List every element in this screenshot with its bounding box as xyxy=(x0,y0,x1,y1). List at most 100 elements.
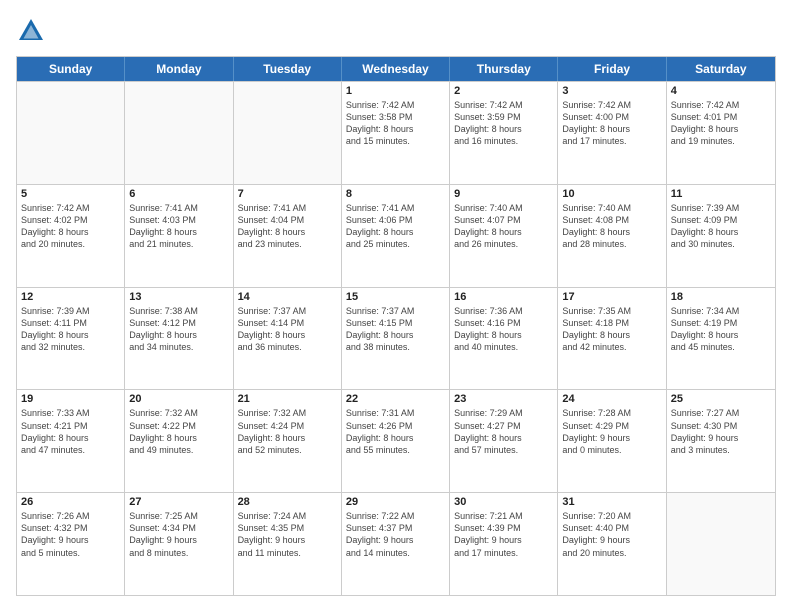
day-info: Sunrise: 7:21 AM Sunset: 4:39 PM Dayligh… xyxy=(454,510,553,559)
header-day-saturday: Saturday xyxy=(667,57,775,81)
day-number: 27 xyxy=(129,496,228,508)
calendar-row-5: 26Sunrise: 7:26 AM Sunset: 4:32 PM Dayli… xyxy=(17,492,775,595)
calendar-cell-4-4: 22 Sunrise: 7:31 AM Sunset: 4:26 PM Dayli… xyxy=(342,390,450,492)
calendar-row-2: 5 Sunrise: 7:42 AM Sunset: 4:02 PM Daylig… xyxy=(17,184,775,287)
calendar-cell-4-1: 19 Sunrise: 7:33 AM Sunset: 4:21 PM Dayli… xyxy=(17,390,125,492)
day-info: Sunrise: 7:42 AM Sunset: 3:58 PM Dayligh… xyxy=(346,99,445,148)
day-info: Sunrise: 7:22 AM Sunset: 4:37 PM Dayligh… xyxy=(346,510,445,559)
day-number: 31 xyxy=(562,496,661,508)
day-number: 22 xyxy=(346,393,445,405)
calendar-cell-2-1: 5 Sunrise: 7:42 AM Sunset: 4:02 PM Daylig… xyxy=(17,185,125,287)
header-day-sunday: Sunday xyxy=(17,57,125,81)
day-number: 11 xyxy=(671,188,771,200)
calendar-cell-5-1: 26Sunrise: 7:26 AM Sunset: 4:32 PM Dayli… xyxy=(17,493,125,595)
day-info: Sunrise: 7:31 AM Sunset: 4:26 PM Dayligh… xyxy=(346,407,445,456)
day-info: Sunrise: 7:24 AM Sunset: 4:35 PM Dayligh… xyxy=(238,510,337,559)
day-number: 3 xyxy=(562,85,661,97)
calendar-cell-5-5: 30 Sunrise: 7:21 AM Sunset: 4:39 PM Dayli… xyxy=(450,493,558,595)
calendar-cell-3-6: 17Sunrise: 7:35 AM Sunset: 4:18 PM Dayli… xyxy=(558,288,666,390)
day-info: Sunrise: 7:34 AM Sunset: 4:19 PM Dayligh… xyxy=(671,305,771,354)
page: SundayMondayTuesdayWednesdayThursdayFrid… xyxy=(0,0,792,612)
day-info: Sunrise: 7:40 AM Sunset: 4:07 PM Dayligh… xyxy=(454,202,553,251)
day-number: 10 xyxy=(562,188,661,200)
calendar-header: SundayMondayTuesdayWednesdayThursdayFrid… xyxy=(17,57,775,81)
calendar-cell-3-7: 18 Sunrise: 7:34 AM Sunset: 4:19 PM Dayli… xyxy=(667,288,775,390)
calendar-cell-4-7: 25Sunrise: 7:27 AM Sunset: 4:30 PM Dayli… xyxy=(667,390,775,492)
calendar-cell-2-3: 7 Sunrise: 7:41 AM Sunset: 4:04 PM Daylig… xyxy=(234,185,342,287)
calendar-cell-2-4: 8Sunrise: 7:41 AM Sunset: 4:06 PM Daylig… xyxy=(342,185,450,287)
day-number: 1 xyxy=(346,85,445,97)
calendar-cell-5-2: 27 Sunrise: 7:25 AM Sunset: 4:34 PM Dayli… xyxy=(125,493,233,595)
day-number: 16 xyxy=(454,291,553,303)
calendar-cell-5-4: 29 Sunrise: 7:22 AM Sunset: 4:37 PM Dayli… xyxy=(342,493,450,595)
calendar-cell-3-4: 15 Sunrise: 7:37 AM Sunset: 4:15 PM Dayli… xyxy=(342,288,450,390)
day-number: 30 xyxy=(454,496,553,508)
header-day-thursday: Thursday xyxy=(450,57,558,81)
day-number: 2 xyxy=(454,85,553,97)
day-info: Sunrise: 7:29 AM Sunset: 4:27 PM Dayligh… xyxy=(454,407,553,456)
calendar-cell-3-1: 12 Sunrise: 7:39 AM Sunset: 4:11 PM Dayli… xyxy=(17,288,125,390)
day-number: 5 xyxy=(21,188,120,200)
calendar-row-1: 1 Sunrise: 7:42 AM Sunset: 3:58 PM Daylig… xyxy=(17,81,775,184)
day-number: 20 xyxy=(129,393,228,405)
calendar-cell-2-7: 11 Sunrise: 7:39 AM Sunset: 4:09 PM Dayli… xyxy=(667,185,775,287)
logo-icon xyxy=(16,16,46,46)
calendar-row-4: 19 Sunrise: 7:33 AM Sunset: 4:21 PM Dayli… xyxy=(17,389,775,492)
day-info: Sunrise: 7:39 AM Sunset: 4:09 PM Dayligh… xyxy=(671,202,771,251)
calendar-row-3: 12 Sunrise: 7:39 AM Sunset: 4:11 PM Dayli… xyxy=(17,287,775,390)
day-number: 28 xyxy=(238,496,337,508)
calendar-cell-5-6: 31 Sunrise: 7:20 AM Sunset: 4:40 PM Dayli… xyxy=(558,493,666,595)
day-info: Sunrise: 7:39 AM Sunset: 4:11 PM Dayligh… xyxy=(21,305,120,354)
day-info: Sunrise: 7:41 AM Sunset: 4:04 PM Dayligh… xyxy=(238,202,337,251)
day-info: Sunrise: 7:28 AM Sunset: 4:29 PM Dayligh… xyxy=(562,407,661,456)
calendar-cell-5-3: 28 Sunrise: 7:24 AM Sunset: 4:35 PM Dayli… xyxy=(234,493,342,595)
day-info: Sunrise: 7:40 AM Sunset: 4:08 PM Dayligh… xyxy=(562,202,661,251)
day-number: 13 xyxy=(129,291,228,303)
day-number: 29 xyxy=(346,496,445,508)
day-number: 23 xyxy=(454,393,553,405)
day-number: 12 xyxy=(21,291,120,303)
header xyxy=(16,16,776,46)
day-number: 19 xyxy=(21,393,120,405)
calendar-cell-4-2: 20 Sunrise: 7:32 AM Sunset: 4:22 PM Dayli… xyxy=(125,390,233,492)
calendar: SundayMondayTuesdayWednesdayThursdayFrid… xyxy=(16,56,776,596)
calendar-cell-2-5: 9 Sunrise: 7:40 AM Sunset: 4:07 PM Daylig… xyxy=(450,185,558,287)
day-info: Sunrise: 7:42 AM Sunset: 4:00 PM Dayligh… xyxy=(562,99,661,148)
calendar-cell-1-5: 2 Sunrise: 7:42 AM Sunset: 3:59 PM Daylig… xyxy=(450,82,558,184)
day-info: Sunrise: 7:41 AM Sunset: 4:03 PM Dayligh… xyxy=(129,202,228,251)
day-number: 18 xyxy=(671,291,771,303)
day-info: Sunrise: 7:25 AM Sunset: 4:34 PM Dayligh… xyxy=(129,510,228,559)
day-info: Sunrise: 7:37 AM Sunset: 4:14 PM Dayligh… xyxy=(238,305,337,354)
day-number: 6 xyxy=(129,188,228,200)
day-number: 21 xyxy=(238,393,337,405)
day-info: Sunrise: 7:41 AM Sunset: 4:06 PM Dayligh… xyxy=(346,202,445,251)
day-info: Sunrise: 7:42 AM Sunset: 4:01 PM Dayligh… xyxy=(671,99,771,148)
day-info: Sunrise: 7:42 AM Sunset: 4:02 PM Dayligh… xyxy=(21,202,120,251)
calendar-cell-1-6: 3 Sunrise: 7:42 AM Sunset: 4:00 PM Daylig… xyxy=(558,82,666,184)
calendar-cell-2-2: 6 Sunrise: 7:41 AM Sunset: 4:03 PM Daylig… xyxy=(125,185,233,287)
day-info: Sunrise: 7:32 AM Sunset: 4:24 PM Dayligh… xyxy=(238,407,337,456)
day-number: 15 xyxy=(346,291,445,303)
calendar-cell-1-1 xyxy=(17,82,125,184)
header-day-friday: Friday xyxy=(558,57,666,81)
day-number: 7 xyxy=(238,188,337,200)
day-info: Sunrise: 7:20 AM Sunset: 4:40 PM Dayligh… xyxy=(562,510,661,559)
day-number: 9 xyxy=(454,188,553,200)
day-number: 14 xyxy=(238,291,337,303)
calendar-cell-1-3 xyxy=(234,82,342,184)
calendar-cell-2-6: 10 Sunrise: 7:40 AM Sunset: 4:08 PM Dayli… xyxy=(558,185,666,287)
day-number: 24 xyxy=(562,393,661,405)
calendar-cell-3-2: 13Sunrise: 7:38 AM Sunset: 4:12 PM Dayli… xyxy=(125,288,233,390)
day-info: Sunrise: 7:27 AM Sunset: 4:30 PM Dayligh… xyxy=(671,407,771,456)
day-info: Sunrise: 7:33 AM Sunset: 4:21 PM Dayligh… xyxy=(21,407,120,456)
day-info: Sunrise: 7:42 AM Sunset: 3:59 PM Dayligh… xyxy=(454,99,553,148)
day-info: Sunrise: 7:37 AM Sunset: 4:15 PM Dayligh… xyxy=(346,305,445,354)
calendar-cell-4-6: 24 Sunrise: 7:28 AM Sunset: 4:29 PM Dayli… xyxy=(558,390,666,492)
calendar-cell-1-2 xyxy=(125,82,233,184)
day-number: 26 xyxy=(21,496,120,508)
day-info: Sunrise: 7:32 AM Sunset: 4:22 PM Dayligh… xyxy=(129,407,228,456)
day-info: Sunrise: 7:36 AM Sunset: 4:16 PM Dayligh… xyxy=(454,305,553,354)
calendar-cell-5-7 xyxy=(667,493,775,595)
header-day-wednesday: Wednesday xyxy=(342,57,450,81)
calendar-cell-3-5: 16 Sunrise: 7:36 AM Sunset: 4:16 PM Dayli… xyxy=(450,288,558,390)
